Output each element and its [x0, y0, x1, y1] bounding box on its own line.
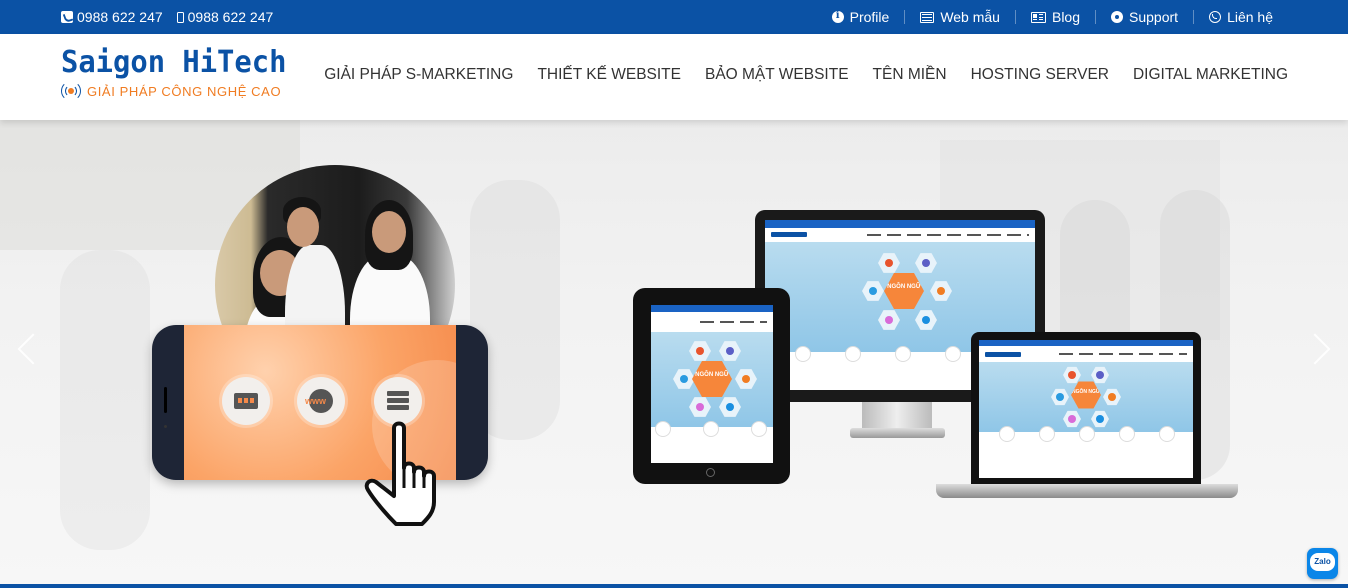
hotline-number: 0988 622 247 — [77, 9, 163, 25]
hero-slider: NGÔN NGỮ NGÔN NGỮ — [0, 120, 1348, 584]
divider — [1095, 10, 1097, 24]
laptop-illustration: NGÔN NGỮ — [971, 332, 1201, 484]
nav-item-digital-marketing[interactable]: DIGITAL MARKETING — [1133, 66, 1288, 84]
zalo-icon: Zalo — [1310, 553, 1335, 571]
signal-icon — [61, 81, 81, 101]
divider — [904, 10, 906, 24]
app-domain — [297, 377, 345, 425]
newspaper-icon — [1030, 11, 1046, 23]
nav-item-hosting-server[interactable]: HOSTING SERVER — [971, 66, 1109, 84]
server-icon — [387, 391, 409, 411]
main-nav: GIẢI PHÁP S-MARKETING THIẾT KẾ WEBSITE B… — [324, 66, 1288, 84]
top-links: Profile Web mẫu Blog Support Liên hệ — [831, 9, 1273, 25]
divider — [1014, 10, 1016, 24]
monitor-base — [850, 428, 945, 438]
site-logo[interactable]: Saigon HiTech GIẢI PHÁP CÔNG NGHỆ CAO — [61, 45, 296, 101]
nav-item-s-marketing[interactable]: GIẢI PHÁP S-MARKETING — [324, 66, 513, 84]
top-bar: 0988 622 247 0988 622 247 Profile Web mẫ… — [0, 0, 1348, 34]
top-link-support[interactable]: Support — [1111, 9, 1178, 25]
nav-item-bao-mat-website[interactable]: BẢO MẬT WEBSITE — [705, 66, 849, 84]
logo-tagline-row: GIẢI PHÁP CÔNG NGHỆ CAO — [61, 81, 296, 101]
mobile-link[interactable]: 0988 622 247 — [176, 9, 274, 25]
slider-prev-arrow[interactable] — [14, 330, 36, 370]
top-link-web-mau[interactable]: Web mẫu — [920, 9, 1000, 25]
top-link-blog[interactable]: Blog — [1030, 9, 1081, 25]
laptop-base — [936, 484, 1238, 498]
logo-title: Saigon HiTech — [61, 45, 287, 80]
mobile-number: 0988 622 247 — [187, 9, 274, 25]
phone-square-icon — [61, 11, 73, 23]
top-link-label: Liên hệ — [1227, 9, 1273, 25]
zalo-chat-button[interactable]: Zalo — [1307, 548, 1338, 579]
mini-center-label: NGÔN NGỮ — [692, 361, 732, 397]
hotline-link[interactable]: 0988 622 247 — [61, 9, 163, 25]
list-icon — [920, 11, 935, 23]
main-header: Saigon HiTech GIẢI PHÁP CÔNG NGHỆ CAO GI… — [0, 34, 1348, 120]
top-link-label: Support — [1129, 9, 1179, 25]
mini-center-label: NGÔN NGỮ — [1071, 381, 1101, 409]
info-icon — [831, 10, 844, 23]
top-link-label: Profile — [849, 9, 890, 25]
top-link-label: Blog — [1051, 9, 1081, 25]
tablet-illustration: NGÔN NGỮ — [633, 288, 790, 484]
globe-www-icon — [305, 389, 333, 413]
mobile-icon — [176, 11, 184, 23]
nav-item-thiet-ke-website[interactable]: THIẾT KẾ WEBSITE — [537, 66, 681, 84]
top-link-profile[interactable]: Profile — [831, 9, 890, 25]
hand-pointer-icon — [364, 421, 436, 526]
nav-item-ten-mien[interactable]: TÊN MIỀN — [873, 66, 947, 84]
footer-edge — [0, 584, 1348, 588]
app-monitor — [222, 377, 270, 425]
monitor-stand — [862, 402, 932, 430]
logo-tagline: GIẢI PHÁP CÔNG NGHỆ CAO — [87, 83, 282, 99]
slider-next-arrow[interactable] — [1312, 330, 1334, 370]
monitor-icon — [234, 393, 258, 409]
gear-icon — [1111, 11, 1123, 23]
divider — [1193, 10, 1195, 24]
top-link-label: Web mẫu — [940, 9, 1000, 25]
contact-phones: 0988 622 247 0988 622 247 — [61, 9, 273, 25]
mini-center-label: NGÔN NGỮ — [884, 273, 924, 309]
top-link-lien-he[interactable]: Liên hệ — [1209, 9, 1273, 25]
whatsapp-icon — [1209, 11, 1222, 23]
app-hosting — [374, 377, 422, 425]
